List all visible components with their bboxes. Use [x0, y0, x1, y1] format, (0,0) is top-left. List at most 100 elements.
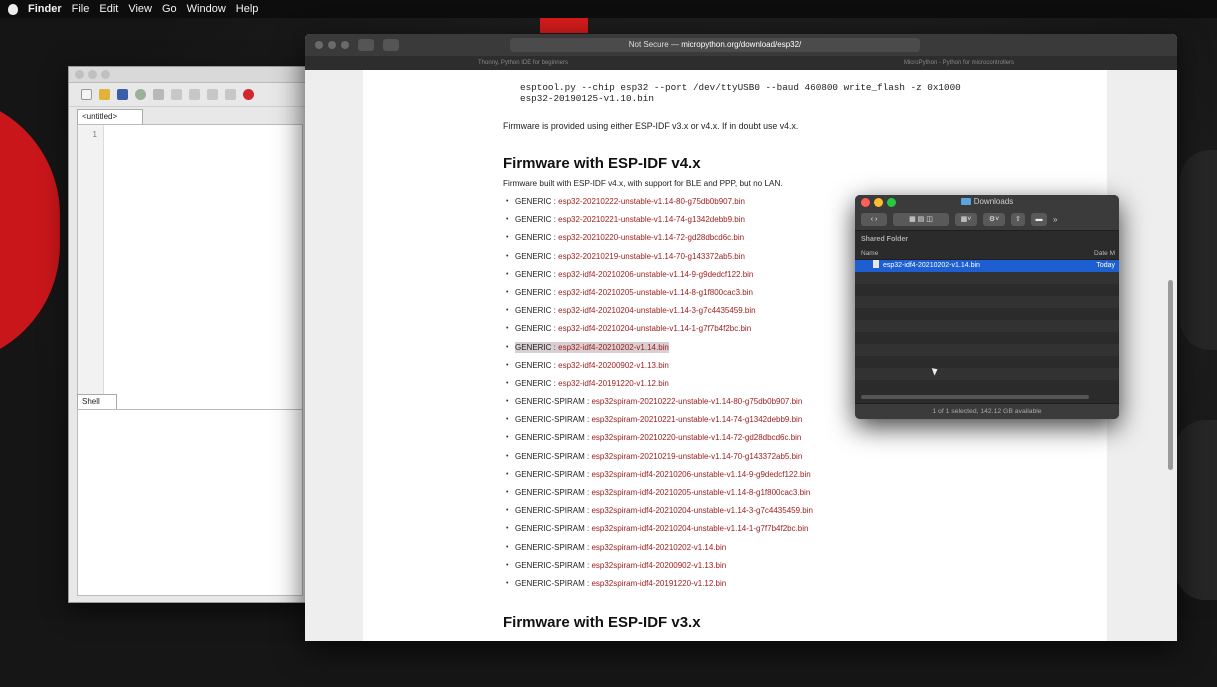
- file-row-selected[interactable]: esp32-idf4-20210202-v1.14.bin Today: [855, 260, 1119, 272]
- apple-menu-icon[interactable]: [8, 3, 18, 15]
- firmware-board: GENERIC-SPIRAM :: [515, 542, 592, 552]
- empty-row: [855, 380, 1119, 392]
- zoom-button[interactable]: [341, 41, 349, 49]
- step-out-icon[interactable]: [207, 89, 218, 100]
- firmware-download-link[interactable]: esp32-idf4-20210205-unstable-v1.14-8-g1f…: [558, 288, 753, 297]
- firmware-item-content: GENERIC : esp32-idf4-20210204-unstable-v…: [515, 306, 756, 315]
- firmware-item-content: GENERIC-SPIRAM : esp32spiram-idf4-202102…: [515, 470, 811, 479]
- firmware-download-link[interactable]: esp32spiram-idf4-20210202-v1.14.bin: [591, 543, 726, 552]
- firmware-board: GENERIC :: [515, 197, 559, 206]
- menu-go[interactable]: Go: [162, 3, 177, 15]
- empty-row: [855, 284, 1119, 296]
- tab-untitled[interactable]: <untitled>: [77, 109, 143, 124]
- firmware-download-link[interactable]: esp32spiram-idf4-20210205-unstable-v1.14…: [591, 488, 810, 497]
- minimize-button[interactable]: [88, 70, 97, 79]
- heading-idf-v3: Firmware with ESP-IDF v3.x: [503, 614, 701, 631]
- run-icon[interactable]: [135, 89, 146, 100]
- column-date[interactable]: Date M: [1094, 247, 1115, 259]
- firmware-download-link[interactable]: esp32-20210222-unstable-v1.14-80-g75db0b…: [558, 197, 745, 206]
- firmware-board: GENERIC :: [515, 342, 559, 352]
- firmware-download-link[interactable]: esp32-20210219-unstable-v1.14-70-g143372…: [558, 252, 745, 261]
- zoom-button[interactable]: [101, 70, 110, 79]
- firmware-download-link[interactable]: esp32-idf4-20191220-v1.12.bin: [558, 379, 669, 388]
- tab-micropython[interactable]: MicroPython - Python for microcontroller…: [741, 56, 1177, 70]
- firmware-board: GENERIC :: [515, 306, 559, 316]
- more-chevron-icon[interactable]: »: [1053, 215, 1057, 224]
- horizontal-scrollbar[interactable]: [861, 395, 1089, 399]
- close-button[interactable]: [315, 41, 323, 49]
- firmware-board: GENERIC-SPIRAM :: [515, 488, 592, 497]
- new-file-icon[interactable]: [81, 89, 92, 100]
- view-mode-buttons[interactable]: ▦ ▤ ◫: [893, 213, 949, 226]
- firmware-download-link[interactable]: esp32spiram-20210222-unstable-v1.14-80-g…: [591, 397, 802, 406]
- back-forward-button[interactable]: ‹ ›: [861, 213, 887, 226]
- finder-title: Downloads: [855, 195, 1119, 209]
- sidebar-toggle-button[interactable]: [383, 39, 399, 51]
- file-icon: [873, 260, 879, 268]
- firmware-download-link[interactable]: esp32-idf4-20210204-unstable-v1.14-1-g7f…: [558, 324, 751, 333]
- page-scrollbar[interactable]: [1168, 280, 1173, 470]
- back-forward-button[interactable]: [358, 39, 374, 51]
- step-into-icon[interactable]: [189, 89, 200, 100]
- firmware-item: GENERIC-SPIRAM : esp32spiram-idf4-202102…: [503, 502, 1063, 520]
- close-button[interactable]: [75, 70, 84, 79]
- address-bar[interactable]: Not Secure — micropython.org/download/es…: [510, 38, 920, 52]
- menu-file[interactable]: File: [72, 3, 90, 15]
- tab-shell[interactable]: Shell: [77, 394, 117, 409]
- firmware-board: GENERIC-SPIRAM :: [515, 560, 592, 570]
- firmware-board: GENERIC-SPIRAM :: [515, 397, 592, 407]
- open-folder-icon[interactable]: [99, 89, 110, 100]
- empty-row: [855, 356, 1119, 368]
- firmware-item-content: GENERIC : esp32-20210220-unstable-v1.14-…: [515, 233, 744, 242]
- save-icon[interactable]: [117, 89, 128, 100]
- column-name[interactable]: Name: [861, 247, 878, 259]
- menu-window[interactable]: Window: [187, 3, 226, 15]
- firmware-download-link[interactable]: esp32spiram-20210219-unstable-v1.14-70-g…: [591, 452, 802, 461]
- group-button[interactable]: ▦˅: [955, 213, 977, 226]
- share-icon[interactable]: ⇧: [1011, 213, 1025, 226]
- firmware-download-link[interactable]: esp32spiram-idf4-20200902-v1.13.bin: [591, 561, 726, 570]
- finder-title-text: Downloads: [973, 197, 1014, 206]
- folder-icon: [960, 198, 971, 205]
- gear-icon[interactable]: ⚙˅: [983, 213, 1005, 226]
- step-over-icon[interactable]: [171, 89, 182, 100]
- firmware-item-content: GENERIC-SPIRAM : esp32spiram-idf4-202009…: [515, 561, 726, 570]
- shared-folder-label: Shared Folder: [861, 236, 909, 243]
- firmware-item-content: GENERIC-SPIRAM : esp32spiram-idf4-202102…: [515, 543, 726, 552]
- firmware-item: GENERIC-SPIRAM : esp32spiram-idf4-202009…: [503, 557, 1063, 575]
- firmware-download-link[interactable]: esp32spiram-idf4-20191220-v1.12.bin: [591, 579, 726, 588]
- firmware-download-link[interactable]: esp32-idf4-20210202-v1.14.bin: [558, 343, 669, 352]
- wallpaper-shape: [1175, 420, 1217, 600]
- shell-panel[interactable]: [77, 409, 303, 596]
- firmware-download-link[interactable]: esp32-idf4-20200902-v1.13.bin: [558, 361, 669, 370]
- firmware-item-content: GENERIC : esp32-idf4-20210204-unstable-v…: [515, 324, 751, 333]
- recording-indicator: [540, 18, 588, 33]
- minimize-button[interactable]: [328, 41, 336, 49]
- firmware-item-content: GENERIC : esp32-20210221-unstable-v1.14-…: [515, 215, 745, 224]
- menu-view[interactable]: View: [128, 3, 152, 15]
- firmware-download-link[interactable]: esp32-20210220-unstable-v1.14-72-gd28dbc…: [558, 233, 744, 242]
- firmware-download-link[interactable]: esp32-20210221-unstable-v1.14-74-g1342de…: [558, 215, 745, 224]
- firmware-download-link[interactable]: esp32spiram-idf4-20210204-unstable-v1.14…: [591, 506, 812, 515]
- tag-icon[interactable]: ▬: [1031, 213, 1047, 226]
- tab-thonny[interactable]: Thonny, Python IDE for beginners: [305, 56, 741, 70]
- file-name: esp32-idf4-20210202-v1.14.bin: [883, 262, 980, 269]
- debug-icon[interactable]: [153, 89, 164, 100]
- firmware-item-content: GENERIC-SPIRAM : esp32spiram-20210221-un…: [515, 415, 802, 424]
- firmware-item-content: GENERIC : esp32-20210219-unstable-v1.14-…: [515, 252, 745, 261]
- resume-icon[interactable]: [225, 89, 236, 100]
- firmware-download-link[interactable]: esp32spiram-idf4-20210206-unstable-v1.14…: [591, 470, 810, 479]
- menu-help[interactable]: Help: [236, 3, 259, 15]
- firmware-download-link[interactable]: esp32spiram-20210220-unstable-v1.14-72-g…: [591, 433, 801, 442]
- menu-edit[interactable]: Edit: [99, 3, 118, 15]
- firmware-download-link[interactable]: esp32spiram-idf4-20210204-unstable-v1.14…: [591, 524, 808, 533]
- menu-app-name[interactable]: Finder: [28, 3, 62, 15]
- empty-row: [855, 308, 1119, 320]
- stop-icon[interactable]: [243, 89, 254, 100]
- firmware-download-link[interactable]: esp32-idf4-20210206-unstable-v1.14-9-g9d…: [558, 270, 753, 279]
- firmware-download-link[interactable]: esp32spiram-20210221-unstable-v1.14-74-g…: [591, 415, 802, 424]
- empty-row: [855, 368, 1119, 380]
- file-date: Today: [1096, 262, 1115, 269]
- firmware-download-link[interactable]: esp32-idf4-20210204-unstable-v1.14-3-g7c…: [558, 306, 755, 315]
- column-header[interactable]: Name Date M: [855, 247, 1119, 260]
